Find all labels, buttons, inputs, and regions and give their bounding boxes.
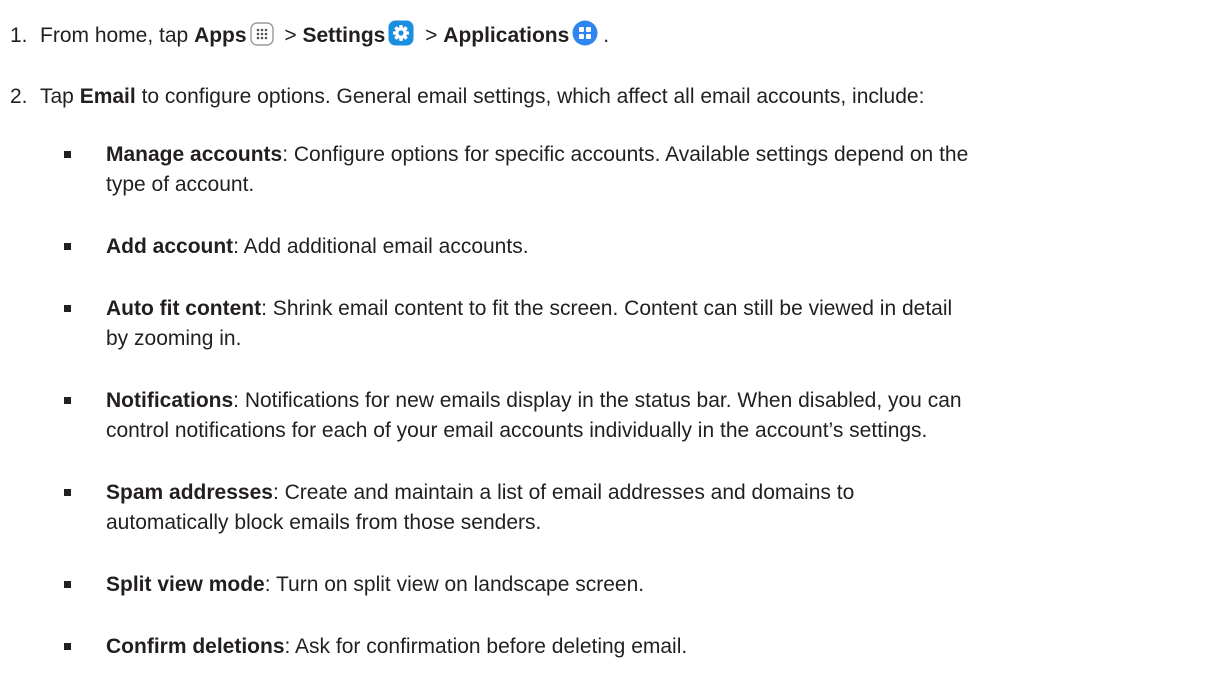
list-item-desc: : Turn on split view on landscape screen… — [264, 573, 645, 596]
step-number: 2. — [10, 85, 28, 108]
email-label: Email — [79, 85, 136, 108]
applications-label: Applications — [443, 24, 570, 47]
gear-icon — [388, 20, 414, 54]
step-1: 1. From home, tap Apps > Settings > Appl… — [10, 20, 609, 54]
list-item-term: Spam addresses — [106, 481, 273, 504]
list-item-desc-cont: by zooming in. — [106, 327, 242, 350]
bullet-square-icon — [64, 397, 71, 404]
apps-grid-icon — [249, 22, 274, 54]
list-item-term: Notifications — [106, 389, 234, 412]
bullet-square-icon — [64, 305, 71, 312]
list-item-desc: : Add additional email accounts. — [233, 235, 529, 258]
list-item-desc: : Create and maintain a list of email ad… — [272, 481, 855, 504]
apps-label: Apps — [194, 24, 247, 47]
list-item-term: Manage accounts — [106, 143, 283, 166]
list-item-desc-cont: control notifications for each of your e… — [106, 419, 928, 442]
bullet-square-icon — [64, 243, 71, 250]
list-item-desc: : Shrink email content to fit the screen… — [261, 297, 953, 320]
list-item-desc: : Notifications for new emails display i… — [233, 389, 962, 412]
applications-grid-icon — [572, 20, 598, 54]
settings-label: Settings — [302, 24, 386, 47]
list-item-desc-cont: type of account. — [106, 173, 255, 196]
step-text-rest: to configure options. General email sett… — [135, 85, 925, 108]
list-item-desc: : Configure options for specific account… — [282, 143, 969, 166]
bullet-square-icon — [64, 489, 71, 496]
step-text: From home, tap — [40, 24, 195, 47]
step-number: 1. — [10, 24, 28, 47]
separator: > — [419, 24, 444, 47]
list-item-term: Auto fit content — [106, 297, 262, 320]
bullet-square-icon — [64, 151, 71, 158]
list-item-term: Split view mode — [106, 573, 265, 596]
list-item-desc-cont: automatically block emails from those se… — [106, 511, 542, 534]
list-item-desc: : Ask for confirmation before deleting e… — [284, 635, 688, 658]
bullet-square-icon — [64, 643, 71, 650]
separator: > — [278, 24, 303, 47]
bullet-square-icon — [64, 581, 71, 588]
step-2: 2. Tap Email to configure options. Genera… — [10, 82, 924, 111]
document-page: 1. From home, tap Apps > Settings > Appl… — [0, 0, 1210, 684]
period: . — [603, 24, 610, 47]
list-item-term: Confirm deletions — [106, 635, 285, 658]
list-item-term: Add account — [106, 235, 234, 258]
step-text: Tap — [40, 85, 80, 108]
